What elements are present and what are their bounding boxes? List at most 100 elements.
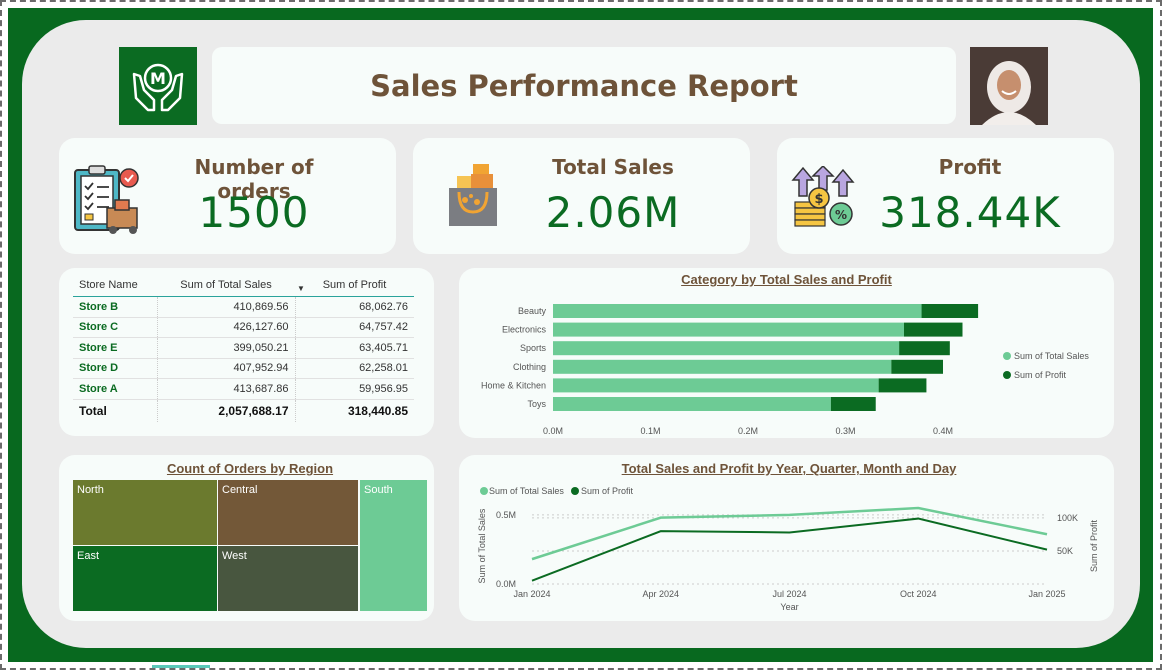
total-sales-value: 2.06M [545,188,681,237]
table-header-row: Store Name Sum of Total Sales ▼ Sum of P… [73,274,414,297]
sales-bar [553,322,904,337]
treemap-tile-west[interactable]: West [218,546,358,611]
legend-marker [1003,352,1011,360]
orders-card: Number of orders 1500 [59,138,396,254]
svg-text:M: M [150,69,166,88]
report-title-box: Sales Performance Report [212,47,956,124]
profit-card: $ % Profit 318.44K [777,138,1114,254]
sales-bar [553,359,892,374]
category-tick-label: Clothing [513,362,546,372]
treemap-tile-central[interactable]: Central [218,480,358,545]
x-tick-label: Jan 2024 [513,589,550,599]
svg-text:$: $ [814,192,823,207]
treemap-tile-north[interactable]: North [73,480,217,545]
x-tick-label: Jan 2025 [1028,589,1065,599]
sales-bar [553,378,879,393]
legend-marker [480,487,488,495]
treemap-label: North [77,484,104,496]
x-tick-label: 0.2M [738,426,758,436]
shopping-bag-icon [449,164,497,226]
treemap-label: South [364,484,393,496]
money-growth-icon: $ % [791,166,855,227]
profit-value: 318.44K [879,188,1061,237]
sales-cell: 407,952.94 [156,358,295,379]
hands-logo-icon: M [132,63,184,112]
total-sales-label: Total Sales [552,155,674,179]
y-left-axis-title: Sum of Total Sales [477,508,487,583]
profit-bar [921,304,979,318]
sort-desc-icon: ▼ [297,284,305,293]
x-axis-title: Year [780,602,798,612]
table-total-row: Total 2,057,688.17 318,440.85 [73,398,414,422]
legend-marker [1003,371,1011,379]
treemap-label: West [222,550,247,562]
column-header-store[interactable]: Store Name [73,274,157,297]
treemap-label: East [77,550,100,562]
clipboard-checklist-icon [74,165,139,234]
treemap-label: Central [222,484,258,496]
profit-bar [904,322,963,337]
category-tick-label: Toys [527,399,546,409]
x-tick-label: 0.4M [933,426,953,436]
sales-cell: 413,687.86 [156,378,295,400]
category-chart-title: Category by Total Sales and Profit [681,272,892,287]
column-header-sales[interactable]: Sum of Total Sales [157,274,295,297]
sales-bar [553,304,922,318]
profit-cell: 59,956.95 [294,378,414,400]
sales-cell: 410,869.56 [156,296,295,318]
trend-chart-title: Total Sales and Profit by Year, Quarter,… [621,461,957,476]
trend-line-chart: Sum of Total Sales Sum of Profit 0.0M 0.5M 5… [477,486,1099,612]
x-tick-label: Jul 2024 [772,589,806,599]
x-tick-label: Apr 2024 [642,589,679,599]
total-label-cell: Total [73,398,157,422]
x-tick-label: 0.3M [835,426,855,436]
table-row[interactable]: Store B 410,869.56 68,062.76 [73,296,414,318]
legend-marker [571,487,579,495]
table-row[interactable]: Store C 426,127.60 64,757.42 [73,317,414,338]
category-tick-label: Sports [520,343,547,353]
profile-photo-icon [970,47,1048,125]
treemap-tile-east[interactable]: East [73,546,217,611]
region-treemap-title: Count of Orders by Region [166,461,334,476]
store-name-cell: Store D [73,358,157,379]
table-row[interactable]: Store A 413,687.86 59,956.95 [73,378,414,400]
orders-value: 1500 [198,188,310,237]
y-right-tick-label: 50K [1057,546,1073,556]
store-name-cell: Store B [73,296,157,318]
y-right-axis-title: Sum of Profit [1089,519,1099,572]
treemap-tile-south[interactable]: South [360,480,427,611]
x-tick-label: 0.1M [640,426,660,436]
profit-cell: 68,062.76 [294,296,414,318]
avatar [970,47,1048,125]
sales-cell: 426,127.60 [156,317,295,338]
profit-cell: 63,405.71 [294,337,414,359]
total-profit-cell: 318,440.85 [294,398,414,422]
sales-bar [553,397,831,411]
y-left-tick-label: 0.0M [496,579,516,589]
profit-line [531,517,1048,582]
profit-bar [899,341,950,356]
table-row[interactable]: Store E 399,050.21 63,405.71 [73,337,414,359]
profit-label: Profit [938,155,1002,179]
store-name-cell: Store A [73,378,157,400]
x-tick-label: Oct 2024 [900,589,937,599]
table-row[interactable]: Store D 407,952.94 62,258.01 [73,358,414,379]
company-logo: M [119,47,197,125]
sales-cell: 399,050.21 [156,337,295,359]
svg-text:%: % [835,208,847,222]
legend-label: Sum of Profit [581,486,634,496]
store-table: Store Name Sum of Total Sales ▼ Sum of P… [73,274,414,422]
page-scroll-indicator[interactable] [152,665,210,668]
column-header-profit[interactable]: ▼ Sum of Profit [295,274,414,297]
category-bar-chart: Beauty Electronics Sports Clothing Home & Ki… [481,304,1089,436]
legend-label: Sum of Total Sales [489,486,564,496]
legend-label: Sum of Profit [1014,370,1067,380]
x-tick-label: 0.0M [543,426,563,436]
category-tick-label: Beauty [518,306,547,316]
category-tick-label: Home & Kitchen [481,380,546,390]
profit-bar [830,397,876,411]
column-header-profit-label: Sum of Profit [322,279,387,291]
profit-cell: 62,258.01 [294,358,414,379]
page-title: Sales Performance Report [370,68,798,103]
y-left-tick-label: 0.5M [496,510,516,520]
